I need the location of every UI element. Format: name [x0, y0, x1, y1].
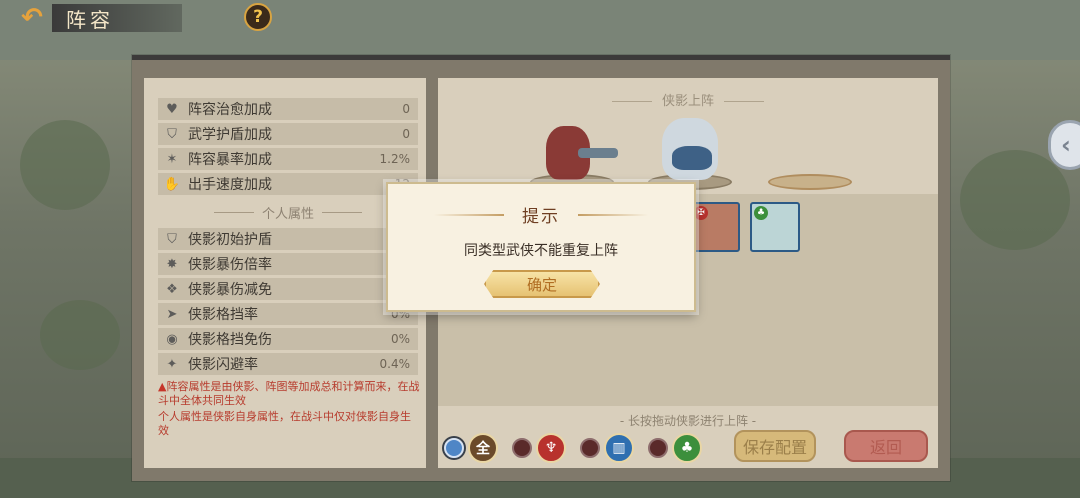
dialog-message: 同类型武侠不能重复上阵	[464, 243, 618, 259]
modal-overlay: 提示 同类型武侠不能重复上阵 确定	[0, 0, 1080, 498]
confirm-button[interactable]: 确定	[484, 270, 600, 298]
alert-dialog: 提示 同类型武侠不能重复上阵 确定	[386, 182, 696, 312]
dialog-title: 提示	[522, 207, 560, 227]
